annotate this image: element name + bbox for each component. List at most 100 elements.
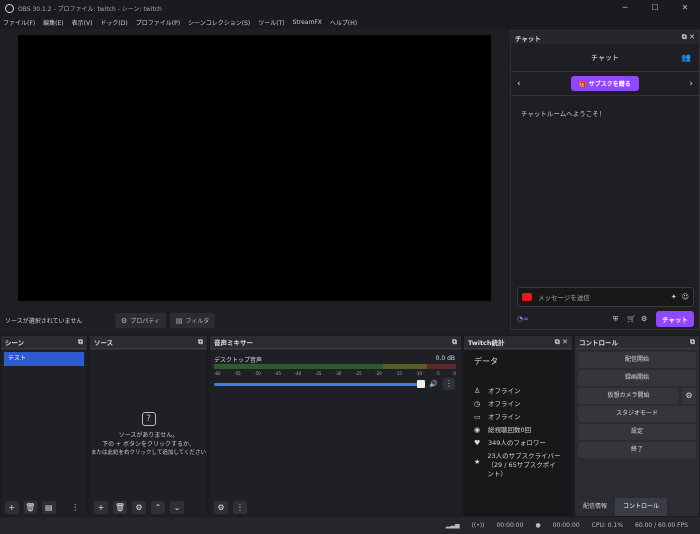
cart-icon[interactable]: 🛒 <box>627 315 636 323</box>
gift-icon: 🎁 <box>579 81 589 88</box>
tab-stream-info[interactable]: 配信情報 <box>575 498 615 516</box>
advanced-audio-icon[interactable]: ⚙ <box>214 500 228 514</box>
mixer-header: 音声ミキサー ⧉ <box>210 336 461 349</box>
dock-float-icon[interactable]: ⧉ <box>78 336 83 349</box>
start-virtual-camera-button[interactable]: 仮想カメラ開始 <box>578 388 679 404</box>
dock-float-close-icon[interactable]: ⧉ ✕ <box>682 31 695 44</box>
menu-view[interactable]: 表示(V) <box>72 18 93 27</box>
scenes-toolbar: + 🗑 ▤ ⋮ <box>1 498 87 516</box>
more-icon[interactable]: ⋮ <box>443 378 455 390</box>
minimize-button[interactable]: ─ <box>610 0 640 16</box>
stat-text: 総視聴回数0回 <box>488 426 532 434</box>
no-source-label: ソースが選択されていません <box>5 318 83 325</box>
stat-row: ▭ オフライン <box>464 413 572 422</box>
scenes-dock: シーン ⧉ テスト + 🗑 ▤ ⋮ <box>0 335 88 517</box>
settings-button[interactable]: 設定 <box>578 424 696 440</box>
subscribe-bar: ‹ 🎁 サブスクを贈る › <box>511 72 699 96</box>
volume-slider-handle[interactable] <box>417 380 425 388</box>
emote-icon[interactable]: ☺ <box>682 293 689 301</box>
chat-dock-title: チャット <box>515 34 541 43</box>
users-icon[interactable]: 👥 <box>681 53 691 62</box>
more-icon[interactable]: ⋮ <box>233 500 247 514</box>
trash-icon[interactable]: 🗑 <box>23 500 37 514</box>
chat-dock: チャット ⧉ ✕ チャット 👥 ‹ 🎁 サブスクを贈る › チャットルームへよう… <box>510 30 700 330</box>
tick-label: -5 <box>435 371 440 376</box>
filters-label: フィルタ <box>185 318 210 325</box>
menu-docks[interactable]: ドック(D) <box>100 18 127 27</box>
bits-icon[interactable]: ✦ <box>671 293 677 301</box>
chevron-left-icon[interactable]: ‹ <box>517 79 521 89</box>
close-button[interactable]: ✕ <box>670 0 700 16</box>
stats-heading: データ <box>474 357 498 366</box>
rec-icon: ● <box>535 522 541 529</box>
chat-input[interactable]: メッセージを送信 ✦ ☺ <box>517 287 694 307</box>
gift-sub-button[interactable]: 🎁 サブスクを贈る <box>571 76 639 91</box>
start-recording-button[interactable]: 録画開始 <box>578 370 696 386</box>
filter-icon: ▤ <box>175 316 183 325</box>
title-bar: OBS 30.1.2 - プロファイル: twitch - シーン: twitc… <box>0 0 700 16</box>
gear-icon[interactable]: ⚙ <box>132 500 146 514</box>
list-item[interactable]: テスト <box>4 352 84 366</box>
speaker-icon[interactable]: 🔊 <box>429 380 438 388</box>
controls-dock: コントロール ⧉ 配信開始 録画開始 仮想カメラ開始 ⚙ スタジオモード 設定 … <box>574 335 700 517</box>
fps-display: 60.00 / 60.00 FPS <box>635 522 688 529</box>
menu-streamfx[interactable]: StreamFX <box>293 19 322 26</box>
filters-button[interactable]: ▤ フィルタ <box>169 313 216 328</box>
menu-scene-collection[interactable]: シーンコレクション(S) <box>188 18 250 27</box>
scenes-list[interactable]: テスト <box>1 350 87 516</box>
star-icon: ★ <box>474 458 481 466</box>
controls-header: コントロール ⧉ <box>575 336 699 349</box>
empty-line-2: 下の + ボタンをクリックするか、 <box>102 441 195 448</box>
menu-edit[interactable]: 編集(E) <box>43 18 63 27</box>
chevron-right-icon[interactable]: › <box>689 79 693 89</box>
sources-dock: ソース ⧉ ? ソースがありません。 下の + ボタンをクリックするか、 または… <box>89 335 208 517</box>
sources-title: ソース <box>94 339 114 347</box>
dock-float-icon[interactable]: ⧉ <box>452 336 457 349</box>
eye-icon: ◉ <box>474 426 481 434</box>
chevron-up-icon[interactable]: ⌃ <box>151 500 165 514</box>
channel-db: 0.0 dB <box>435 355 455 362</box>
menu-help[interactable]: ヘルプ(H) <box>330 18 357 27</box>
properties-button[interactable]: ⚙ プロパティ <box>115 313 166 328</box>
dock-float-icon[interactable]: ⧉ <box>198 336 203 349</box>
tick-label: -25 <box>355 371 362 376</box>
stats-title: Twitch統計 <box>468 339 505 347</box>
tab-controls[interactable]: コントロール <box>615 498 668 516</box>
sources-list[interactable]: ? ソースがありません。 下の + ボタンをクリックするか、 または此処を右クリ… <box>90 350 207 516</box>
tick-label: -40 <box>294 371 302 376</box>
status-bar: ▂▃▅ ((•)) 00:00:00 ● 00:00:00 CPU: 0.1% … <box>0 517 700 534</box>
maximize-button[interactable]: ☐ <box>640 0 670 16</box>
stat-row: ♥ 349人のフォロワー <box>464 439 572 448</box>
channel-name: デスクトップ音声 <box>214 357 263 364</box>
menu-profile[interactable]: プロファイル(P) <box>136 18 180 27</box>
clock-icon: ◷ <box>474 400 481 408</box>
exit-button[interactable]: 終了 <box>578 442 696 458</box>
dock-float-close-icon[interactable]: ⧉ ✕ <box>555 336 568 349</box>
trash-icon[interactable]: 🗑 <box>113 500 127 514</box>
studio-mode-button[interactable]: スタジオモード <box>578 406 696 422</box>
volume-slider[interactable] <box>214 383 421 386</box>
stat-text: 349人のフォロワー <box>488 439 546 447</box>
tick-label: -30 <box>334 371 342 376</box>
shield-icon[interactable]: ⛨ <box>613 315 618 324</box>
stat-text: オフライン <box>488 413 521 421</box>
add-icon[interactable]: + <box>94 500 108 514</box>
stat-row: ◉ 総視聴回数0回 <box>464 426 572 435</box>
more-icon[interactable]: ⋮ <box>69 501 83 514</box>
chat-send-button[interactable]: チャット <box>656 311 694 327</box>
gear-icon[interactable]: ⚙ <box>682 388 696 404</box>
tick-label: -55 <box>234 371 241 376</box>
preview-canvas[interactable] <box>18 35 491 301</box>
dock-float-icon[interactable]: ⧉ <box>690 336 695 349</box>
start-streaming-button[interactable]: 配信開始 <box>578 352 696 368</box>
chevron-down-icon[interactable]: ⌄ <box>170 500 184 514</box>
filter-icon[interactable]: ▤ <box>42 500 56 514</box>
menu-file[interactable]: ファイル(F) <box>3 18 35 27</box>
stats-body: データ ♙ オフライン ◷ オフライン ▭ オフライン ◉ 総視聴回数0回 ♥ 349人の… <box>464 350 572 516</box>
tick-label: 0 <box>453 371 456 376</box>
settings-icon[interactable]: ⚙ <box>641 315 647 323</box>
add-icon[interactable]: + <box>5 500 19 514</box>
stream-time: 00:00:00 <box>496 522 524 529</box>
scenes-title: シーン <box>5 339 25 347</box>
menu-tools[interactable]: ツール(T) <box>258 18 284 27</box>
